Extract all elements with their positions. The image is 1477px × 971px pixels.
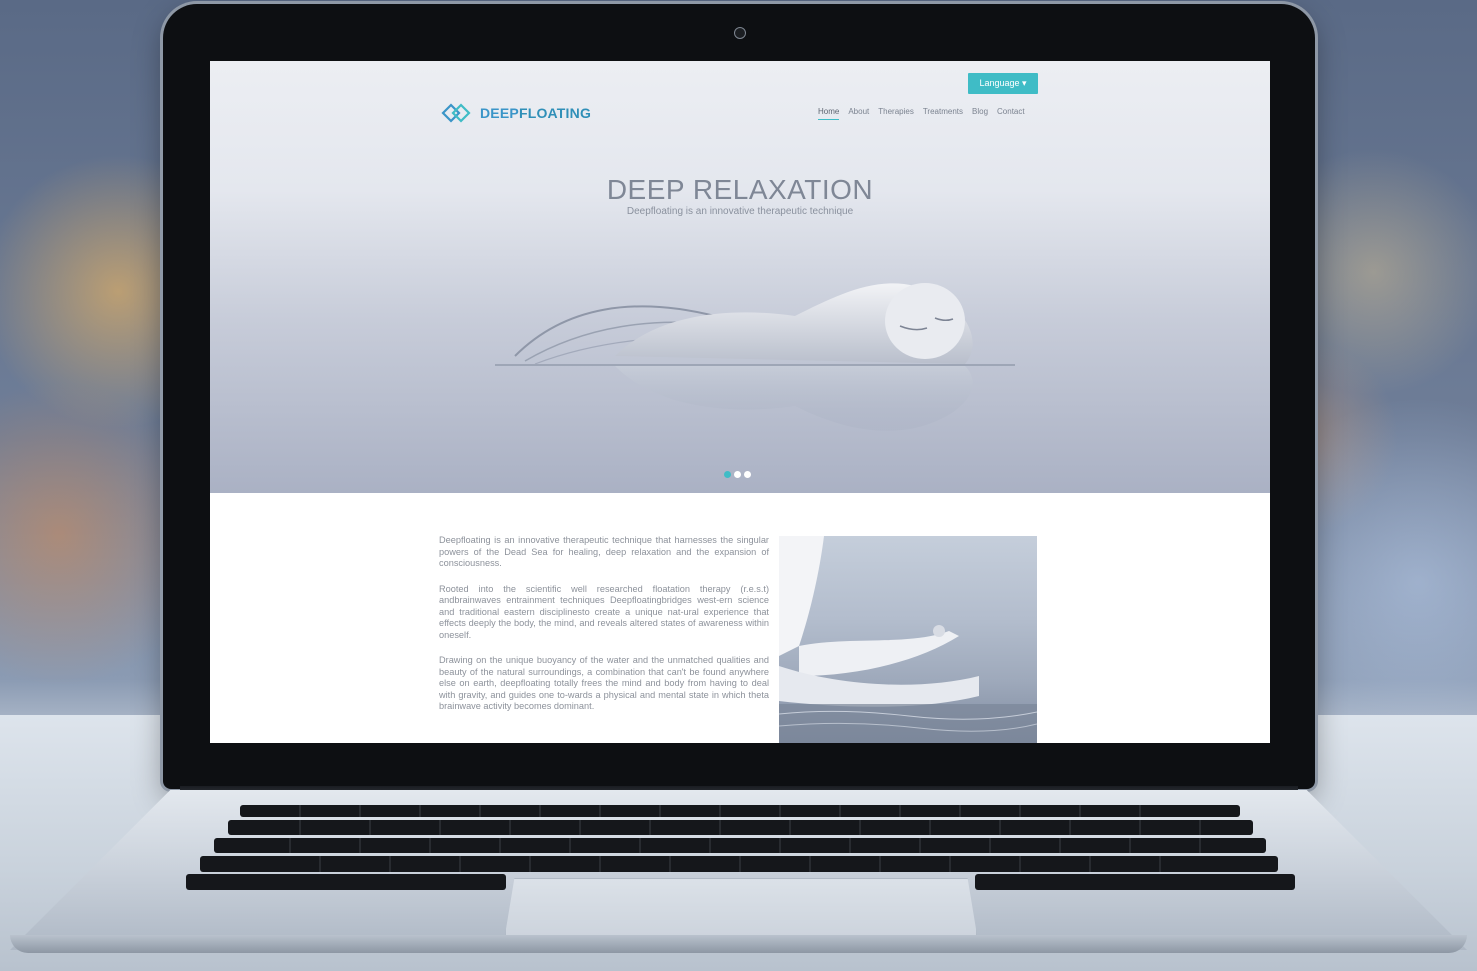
keyboard-icon [186, 805, 1295, 890]
laptop-base-front [10, 935, 1467, 953]
trackpad [505, 878, 977, 935]
